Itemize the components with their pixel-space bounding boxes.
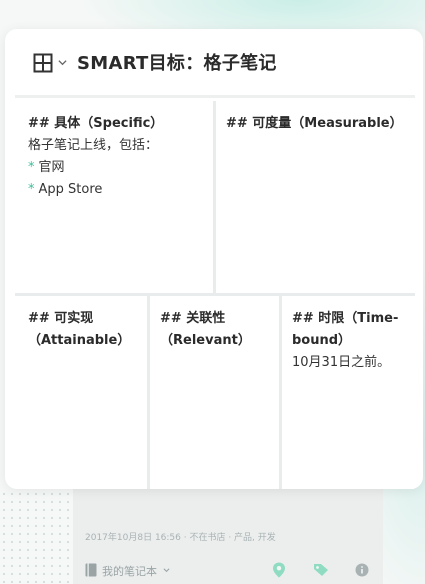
cell-relevant[interactable]: ## 关联性 （Relevant） (150, 296, 282, 489)
bullet-marker: * (28, 160, 35, 175)
cell-heading: （Relevant） (160, 333, 251, 348)
bullet-marker: * (28, 182, 35, 197)
dot-pattern (0, 490, 70, 584)
cell-heading: ## 时限（Time- (292, 311, 399, 326)
tag-icon[interactable] (313, 563, 329, 577)
cell-attainable[interactable]: ## 可实现 （Attainable） (18, 296, 150, 489)
note-header: SMART目标：格子笔记 (5, 29, 423, 95)
info-icon[interactable] (355, 563, 369, 577)
chevron-down-icon[interactable] (58, 58, 67, 67)
cell-heading: ## 具体（Specific） (28, 116, 164, 131)
cell-specific[interactable]: ## 具体（Specific） 格子笔记上线，包括： * 官网 * App Stor… (18, 101, 216, 293)
cell-heading: （Attainable） (28, 333, 131, 348)
note-meta: 2017年10月8日 16:56 · 不在书店 · 产品, 开发 (85, 533, 276, 543)
notebook-selector[interactable]: 我的笔记本 (102, 563, 157, 579)
cell-timebound[interactable]: ## 时限（Time- bound） 10月31日之前。 (282, 296, 414, 489)
list-item: * 官网 (28, 157, 203, 179)
note-title[interactable]: SMART目标：格子笔记 (77, 49, 277, 75)
cell-heading: ## 可实现 (28, 311, 94, 326)
location-pin-icon[interactable] (272, 562, 286, 578)
notebook-icon (85, 563, 97, 577)
cell-heading: bound） (292, 333, 352, 348)
chevron-down-icon[interactable] (163, 567, 170, 574)
cell-text: 10月31日之前。 (292, 355, 391, 370)
cell-heading: ## 关联性 (160, 311, 226, 326)
note-card: SMART目标：格子笔记 ## 具体（Specific） 格子笔记上线，包括： … (5, 29, 423, 489)
grid-layout-icon[interactable] (33, 53, 53, 73)
list-item: * App Store (28, 179, 203, 201)
list-item-text: App Store (38, 182, 103, 197)
cell-heading: ## 可度量（Measurable） (226, 116, 403, 131)
cell-measurable[interactable]: ## 可度量（Measurable） (216, 101, 414, 293)
cell-text: 格子笔记上线，包括： (28, 138, 159, 153)
list-item-text: 官网 (38, 160, 65, 175)
note-footer-bar: 我的笔记本 (85, 562, 385, 580)
divider (15, 95, 415, 98)
